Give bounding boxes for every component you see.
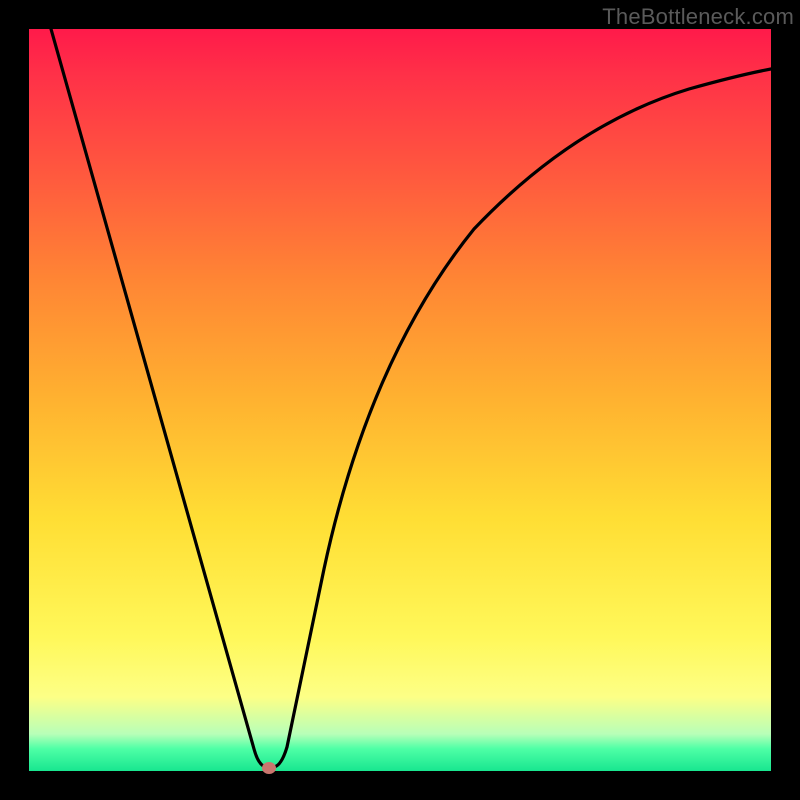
watermark-text: TheBottleneck.com (602, 4, 794, 30)
chart-frame: TheBottleneck.com (0, 0, 800, 800)
trough-marker (262, 762, 276, 774)
bottleneck-curve (29, 29, 771, 771)
plot-area (29, 29, 771, 771)
